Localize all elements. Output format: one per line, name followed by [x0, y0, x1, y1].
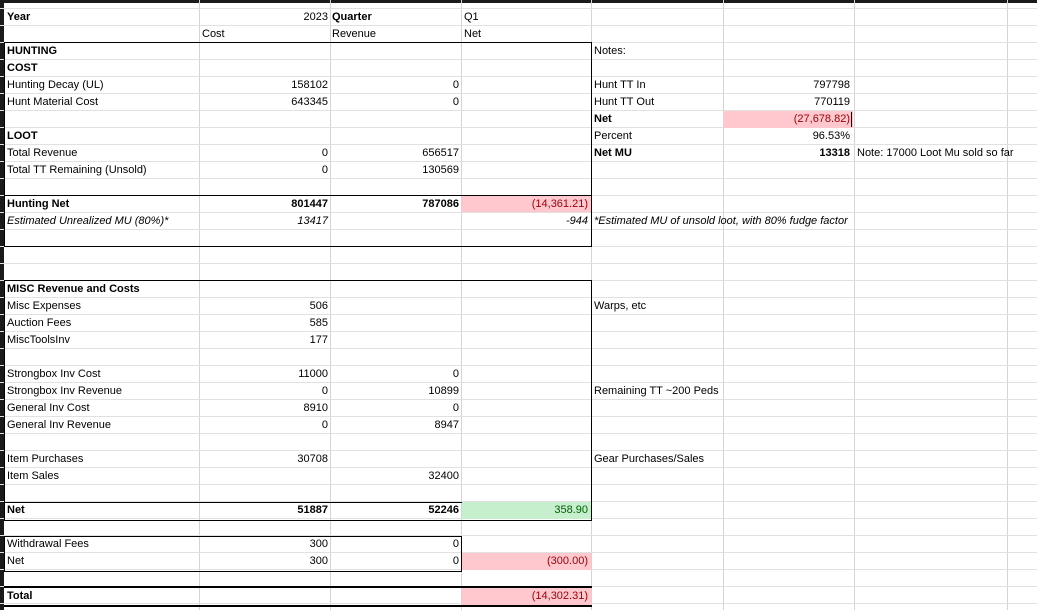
general-inv-cost-revenue[interactable]: 0: [370, 400, 459, 417]
withdrawal-net-cost[interactable]: 300: [240, 553, 328, 570]
notes-net-value[interactable]: (27,678.82): [740, 111, 850, 128]
est-unrealized-label[interactable]: Estimated Unrealized MU (80%)*: [7, 213, 168, 230]
strongbox-cost-label[interactable]: Strongbox Inv Cost: [7, 366, 101, 383]
misc-expenses-cost[interactable]: 506: [240, 298, 328, 315]
percent-value[interactable]: 96.53%: [760, 128, 850, 145]
notes-title[interactable]: Notes:: [594, 43, 626, 60]
misc-expenses-label[interactable]: Misc Expenses: [7, 298, 81, 315]
withdrawal-fees-cost[interactable]: 300: [240, 536, 328, 553]
hunting-material-cost[interactable]: 643345: [240, 94, 328, 111]
hunting-cost-label[interactable]: COST: [7, 60, 38, 77]
strongbox-cost-revenue[interactable]: 0: [370, 366, 459, 383]
total-label[interactable]: Total: [7, 588, 32, 605]
misc-net-cost[interactable]: 51887: [240, 502, 328, 519]
row-divider: [0, 263, 1037, 264]
row-divider: [0, 25, 1037, 26]
item-purchases-cost[interactable]: 30708: [240, 451, 328, 468]
hunt-tt-out-value[interactable]: 770119: [760, 94, 850, 111]
strongbox-revenue-label[interactable]: Strongbox Inv Revenue: [7, 383, 122, 400]
col-revenue-header[interactable]: Revenue: [332, 26, 376, 43]
item-sales-label[interactable]: Item Sales: [7, 468, 59, 485]
hunt-tt-in-value[interactable]: 797798: [760, 77, 850, 94]
hunting-title[interactable]: HUNTING: [7, 43, 57, 60]
warps-note[interactable]: Warps, etc: [594, 298, 646, 315]
withdrawal-net-label[interactable]: Net: [7, 553, 24, 570]
total-revenue-label[interactable]: Total Revenue: [7, 145, 77, 162]
total-revenue-value[interactable]: 656517: [370, 145, 459, 162]
item-purchases-label[interactable]: Item Purchases: [7, 451, 83, 468]
percent-label[interactable]: Percent: [594, 128, 632, 145]
hunting-material-label[interactable]: Hunt Material Cost: [7, 94, 98, 111]
strongbox-revenue-value[interactable]: 10899: [370, 383, 459, 400]
hunting-decay-cost[interactable]: 158102: [240, 77, 328, 94]
misc-net-label[interactable]: Net: [7, 502, 25, 519]
general-inv-cost-label[interactable]: General Inv Cost: [7, 400, 90, 417]
column-header-strip[interactable]: [0, 0, 1037, 3]
auction-fees-label[interactable]: Auction Fees: [7, 315, 71, 332]
gear-note[interactable]: Gear Purchases/Sales: [594, 451, 704, 468]
auction-fees-cost[interactable]: 585: [240, 315, 328, 332]
total-bottom-border: [4, 605, 592, 607]
hunting-net-label[interactable]: Hunting Net: [7, 196, 69, 213]
hunting-net-cost[interactable]: 801447: [240, 196, 328, 213]
est-unrealized-cost[interactable]: 13417: [240, 213, 328, 230]
tt-remaining-cost[interactable]: 0: [240, 162, 328, 179]
withdrawal-fees-label[interactable]: Withdrawal Fees: [7, 536, 89, 553]
year-value[interactable]: 2023: [240, 9, 328, 26]
total-revenue-cost[interactable]: 0: [240, 145, 328, 162]
hunt-tt-in-label[interactable]: Hunt TT In: [594, 77, 646, 94]
hunting-decay-revenue[interactable]: 0: [370, 77, 459, 94]
net-mu-value[interactable]: 13318: [760, 145, 850, 162]
hunt-tt-out-label[interactable]: Hunt TT Out: [594, 94, 654, 111]
est-unrealized-net[interactable]: -944: [500, 213, 588, 230]
general-inv-cost-cost[interactable]: 8910: [240, 400, 328, 417]
hunting-material-revenue[interactable]: 0: [370, 94, 459, 111]
notes-net-label[interactable]: Net: [594, 111, 612, 128]
col-net-header[interactable]: Net: [464, 26, 481, 43]
misc-net-revenue[interactable]: 52246: [370, 502, 459, 519]
tt-remaining-label[interactable]: Total TT Remaining (Unsold): [7, 162, 147, 179]
strongbox-cost-cost[interactable]: 11000: [240, 366, 328, 383]
quarter-value[interactable]: Q1: [464, 9, 479, 26]
remaining-tt-note[interactable]: Remaining TT ~200 Peds: [594, 383, 719, 400]
misc-tools-cost[interactable]: 177: [240, 332, 328, 349]
year-label[interactable]: Year: [7, 9, 30, 26]
net-mu-note[interactable]: Note: 17000 Loot Mu sold so far: [857, 145, 1014, 162]
net-mu-label[interactable]: Net MU: [594, 145, 632, 162]
withdrawal-net-revenue[interactable]: 0: [370, 553, 459, 570]
misc-title[interactable]: MISC Revenue and Costs: [7, 281, 140, 298]
quarter-label[interactable]: Quarter: [332, 9, 372, 26]
hunting-decay-label[interactable]: Hunting Decay (UL): [7, 77, 104, 94]
withdrawal-fees-revenue[interactable]: 0: [370, 536, 459, 553]
row-divider: [0, 8, 1037, 9]
total-value[interactable]: (14,302.31): [480, 588, 588, 605]
item-sales-revenue[interactable]: 32400: [370, 468, 459, 485]
misc-tools-label[interactable]: MiscToolsInv: [7, 332, 70, 349]
col-cost-header[interactable]: Cost: [202, 26, 225, 43]
tt-remaining-value[interactable]: 130569: [370, 162, 459, 179]
misc-net-value[interactable]: 358.90: [480, 502, 588, 519]
general-inv-revenue-label[interactable]: General Inv Revenue: [7, 417, 111, 434]
strongbox-revenue-cost[interactable]: 0: [240, 383, 328, 400]
loot-label[interactable]: LOOT: [7, 128, 38, 145]
hunting-net-value[interactable]: (14,361.21): [480, 196, 588, 213]
hunting-net-revenue[interactable]: 787086: [370, 196, 459, 213]
est-unrealized-note[interactable]: *Estimated MU of unsold loot, with 80% f…: [594, 213, 848, 230]
general-inv-revenue-cost[interactable]: 0: [240, 417, 328, 434]
text-cursor: [851, 112, 852, 127]
withdrawal-net-value[interactable]: (300.00): [480, 553, 588, 570]
general-inv-revenue-value[interactable]: 8947: [370, 417, 459, 434]
